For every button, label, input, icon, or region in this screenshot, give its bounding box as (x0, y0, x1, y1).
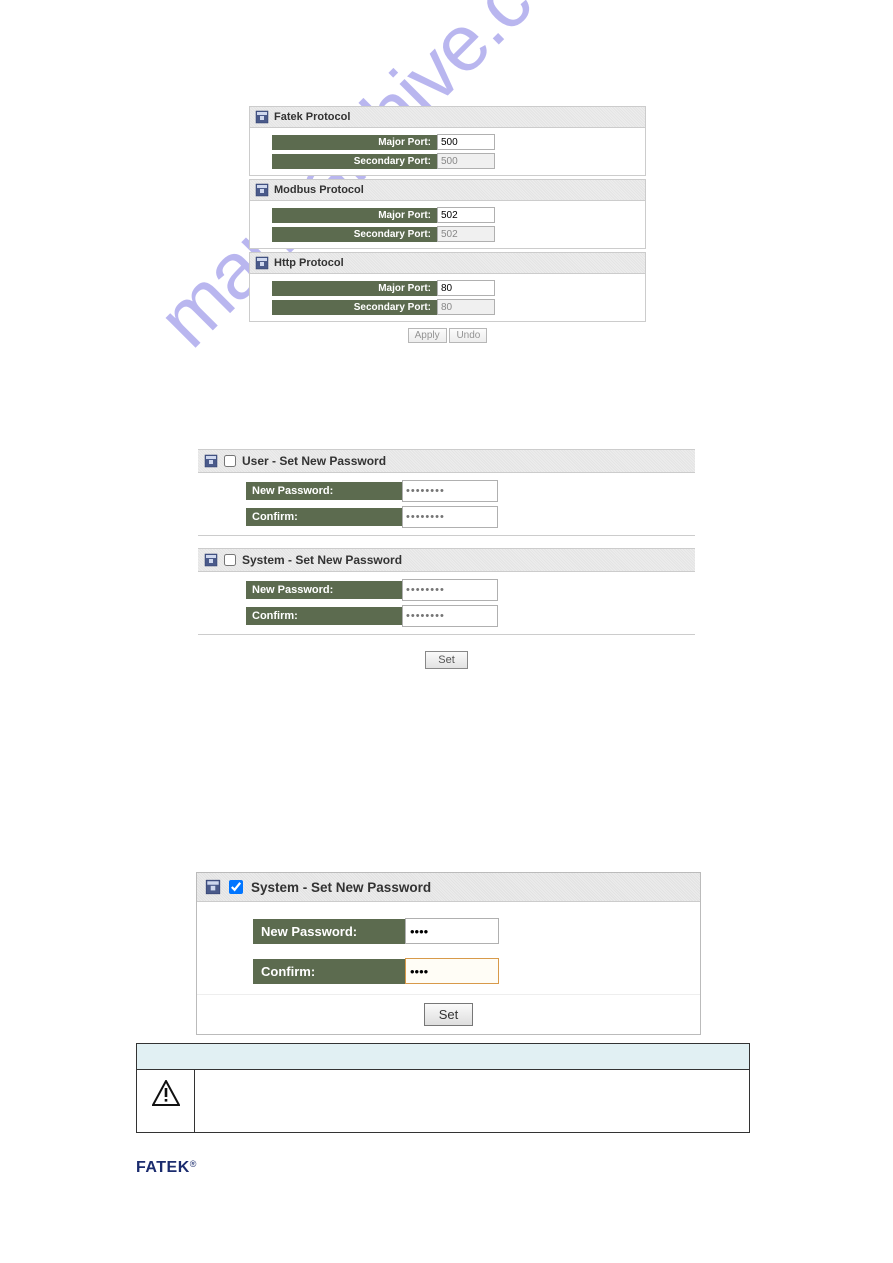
major-port-label: Major Port: (272, 208, 437, 223)
field-row-major: Major Port: (250, 206, 645, 224)
panel-header-user: User - Set New Password (198, 450, 695, 473)
enable-system-password-checkbox[interactable] (229, 880, 243, 894)
major-port-input[interactable] (437, 207, 495, 223)
field-row-major: Major Port: (250, 133, 645, 151)
confirm-password-input (402, 605, 498, 627)
new-password-input (402, 480, 498, 502)
confirm-label: Confirm: (246, 508, 402, 526)
note-box-body (137, 1070, 749, 1132)
warning-icon (152, 1080, 180, 1109)
panel-body: Major Port: Secondary Port: (250, 128, 645, 175)
window-icon (255, 183, 269, 197)
brand-text: FATEK (136, 1159, 190, 1176)
confirm-label: Confirm: (246, 607, 402, 625)
panel-title: Modbus Protocol (274, 184, 364, 196)
field-row-secondary: Secondary Port: (250, 152, 645, 170)
enable-system-password-checkbox[interactable] (224, 554, 236, 566)
set-button-row: Set (198, 647, 695, 673)
major-port-label: Major Port: (272, 281, 437, 296)
panel-http: Http Protocol Major Port: Secondary Port… (249, 252, 646, 322)
set-button[interactable]: Set (424, 1003, 474, 1026)
panel-header: System - Set New Password (197, 873, 700, 902)
protocol-panels: Fatek Protocol Major Port: Secondary Por… (249, 106, 646, 346)
system-password-panel-active: System - Set New Password New Password: … (196, 872, 701, 1035)
secondary-port-label: Secondary Port: (272, 300, 437, 315)
undo-button[interactable]: Undo (449, 328, 487, 343)
secondary-port-input (437, 226, 495, 242)
secondary-port-label: Secondary Port: (272, 154, 437, 169)
field-row-confirm: Confirm: (198, 604, 695, 628)
enable-user-password-checkbox[interactable] (224, 455, 236, 467)
panel-body: New Password: Confirm: (198, 572, 695, 634)
panel-title: Fatek Protocol (274, 111, 350, 123)
new-password-label: New Password: (246, 581, 402, 599)
field-row-secondary: Secondary Port: (250, 298, 645, 316)
major-port-input[interactable] (437, 134, 495, 150)
note-box-header (137, 1044, 749, 1070)
apply-button[interactable]: Apply (408, 328, 447, 343)
panel-title: System - Set New Password (251, 880, 431, 895)
panel-fatek: Fatek Protocol Major Port: Secondary Por… (249, 106, 646, 176)
panel-modbus: Modbus Protocol Major Port: Secondary Po… (249, 179, 646, 249)
note-box-content (195, 1070, 749, 1132)
set-button-row: Set (197, 994, 700, 1034)
panel-system-password-active: System - Set New Password New Password: … (196, 872, 701, 1035)
new-password-input[interactable] (405, 918, 499, 944)
password-panels-group: User - Set New Password New Password: Co… (198, 449, 695, 673)
note-box (136, 1043, 750, 1133)
window-icon (205, 879, 221, 895)
panel-title: User - Set New Password (242, 454, 386, 468)
new-password-input (402, 579, 498, 601)
field-row-confirm: Confirm: (198, 505, 695, 529)
panel-user-password: User - Set New Password New Password: Co… (198, 449, 695, 536)
new-password-label: New Password: (253, 919, 405, 944)
panel-body: New Password: Confirm: Set (197, 902, 700, 1034)
panel-header-modbus: Modbus Protocol (250, 180, 645, 201)
secondary-port-input (437, 153, 495, 169)
panel-header-system: System - Set New Password (198, 549, 695, 572)
field-row-confirm: Confirm: (197, 954, 700, 988)
field-row-major: Major Port: (250, 279, 645, 297)
secondary-port-input (437, 299, 495, 315)
set-button[interactable]: Set (425, 651, 468, 669)
panel-title: Http Protocol (274, 257, 344, 269)
confirm-label: Confirm: (253, 959, 405, 984)
field-row-newpwd: New Password: (198, 479, 695, 503)
registered-mark: ® (190, 1159, 197, 1169)
field-row-secondary: Secondary Port: (250, 225, 645, 243)
panel-body: Major Port: Secondary Port: (250, 201, 645, 248)
major-port-input[interactable] (437, 280, 495, 296)
confirm-password-input (402, 506, 498, 528)
warning-icon-cell (137, 1070, 195, 1132)
window-icon (255, 110, 269, 124)
panel-header-fatek: Fatek Protocol (250, 107, 645, 128)
field-row-newpwd: New Password: (198, 578, 695, 602)
secondary-port-label: Secondary Port: (272, 227, 437, 242)
major-port-label: Major Port: (272, 135, 437, 150)
panel-body: Major Port: Secondary Port: (250, 274, 645, 321)
confirm-password-input[interactable] (405, 958, 499, 984)
field-row-newpwd: New Password: (197, 914, 700, 948)
button-row: Apply Undo (249, 325, 646, 346)
window-icon (204, 553, 218, 567)
new-password-label: New Password: (246, 482, 402, 500)
panel-title: System - Set New Password (242, 553, 402, 567)
window-icon (204, 454, 218, 468)
panel-body: New Password: Confirm: (198, 473, 695, 535)
fatek-logo: FATEK® (136, 1159, 197, 1177)
panel-system-password: System - Set New Password New Password: … (198, 548, 695, 635)
panel-header-http: Http Protocol (250, 253, 645, 274)
window-icon (255, 256, 269, 270)
